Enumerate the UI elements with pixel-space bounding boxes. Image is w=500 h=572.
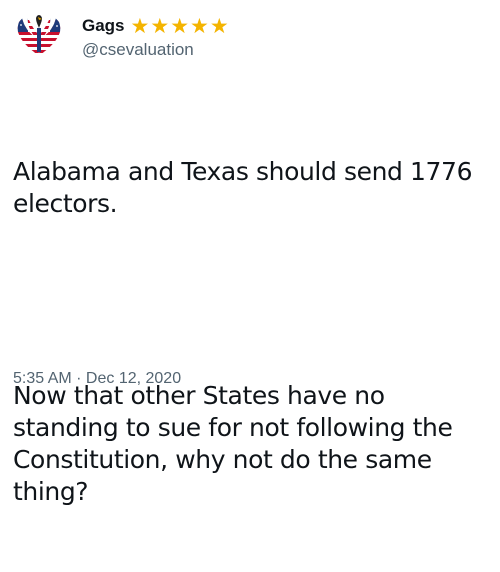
tweet-card: Gags ★ ★ ★ ★ ★ @csevaluation Alabama and Tex… — [0, 0, 500, 506]
star-icon: ★ — [209, 14, 229, 38]
star-icon: ★ — [150, 14, 170, 38]
tweet-timestamp[interactable]: 5:35 AM · Dec 12, 2020 — [13, 370, 181, 388]
star-rating: ★ ★ ★ ★ ★ — [131, 15, 230, 37]
tweet-paragraph-2: Now that other States have no standing t… — [13, 381, 453, 506]
name-row: Gags ★ ★ ★ ★ ★ — [82, 14, 230, 38]
avatar[interactable] — [14, 12, 64, 62]
tweet-header: Gags ★ ★ ★ ★ ★ @csevaluation — [14, 10, 230, 64]
display-name[interactable]: Gags — [82, 16, 125, 36]
tweet-paragraph-1: Alabama and Texas should send 1776 elect… — [13, 157, 473, 218]
tweet-text: Alabama and Texas should send 1776 elect… — [13, 92, 488, 572]
star-icon: ★ — [130, 14, 150, 38]
user-handle[interactable]: @csevaluation — [82, 40, 230, 60]
eagle-flag-icon — [17, 15, 61, 56]
star-icon: ★ — [190, 14, 209, 38]
star-icon: ★ — [170, 14, 190, 38]
author-block: Gags ★ ★ ★ ★ ★ @csevaluation — [82, 14, 230, 60]
